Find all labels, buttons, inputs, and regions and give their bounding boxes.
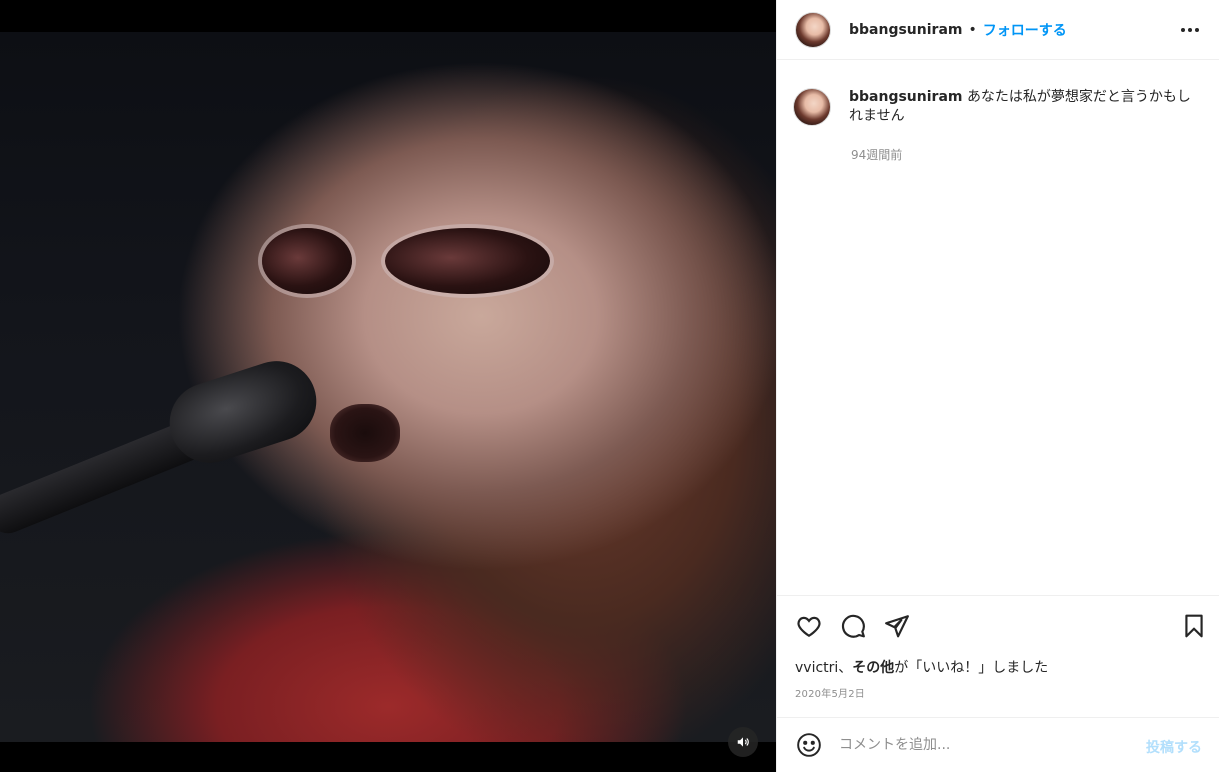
likes-summary: vvictri、その他が「いいね！」しました [795,657,1048,677]
caption-timestamp[interactable]: 94週間前 [851,146,902,163]
video-content [330,404,400,462]
video-content [385,228,550,294]
caption-username[interactable]: bbangsuniram [849,89,962,105]
bookmark-icon[interactable] [1180,612,1208,640]
emoji-icon[interactable] [795,731,823,759]
paper-plane-icon[interactable] [883,612,911,640]
more-options-icon[interactable] [1178,20,1202,40]
caption: bbangsuniram あなたは私が夢想家だと言うかもしれません [793,88,1208,126]
comment-input[interactable] [839,734,1129,756]
video-player[interactable] [0,32,776,742]
likes-separator: 、 [838,660,853,676]
speaker-icon[interactable] [728,727,758,757]
divider [777,595,1219,596]
post-comment-button[interactable]: 投稿する [1146,737,1202,757]
separator-dot: • [968,21,977,38]
likes-suffix: が「いいね！」しました [894,660,1049,676]
heart-icon[interactable] [795,612,823,640]
post-panel: bbangsuniram • フォローする bbangsuniram あなたは私… [776,0,1219,772]
post-date[interactable]: 2020年5月2日 [795,685,865,700]
follow-button[interactable]: フォローする [983,20,1067,40]
likes-others-link[interactable]: その他 [852,660,894,676]
video-content [262,228,352,294]
comment-icon[interactable] [839,612,867,640]
avatar[interactable] [793,88,831,126]
action-bar [777,608,1219,644]
post-header: bbangsuniram • フォローする [777,0,1219,60]
liker-username[interactable]: vvictri [795,660,838,676]
avatar[interactable] [795,11,831,48]
caption-text: bbangsuniram あなたは私が夢想家だと言うかもしれません [849,88,1204,126]
media-area[interactable] [0,0,776,772]
username-link[interactable]: bbangsuniram [849,22,962,38]
comment-bar: 投稿する [777,718,1219,772]
